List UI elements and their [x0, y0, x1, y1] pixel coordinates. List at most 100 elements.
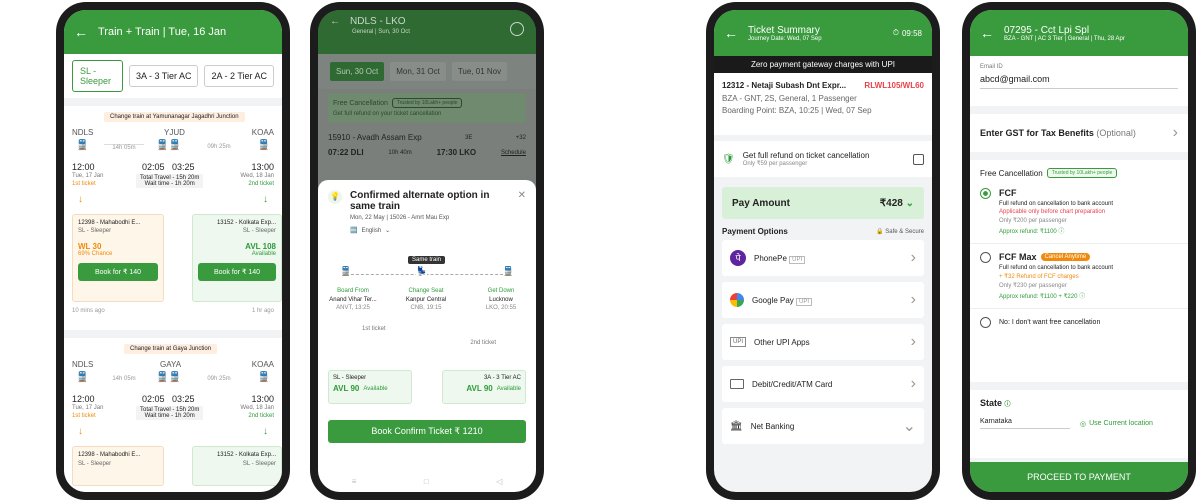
chevron-right-icon: › — [910, 333, 916, 350]
back-arrow-icon[interactable]: ← — [330, 16, 340, 27]
method-gpay[interactable]: Google Pay UPI › — [722, 282, 924, 318]
arr-time-1: 02:05 — [142, 394, 165, 404]
train-name: 12398 - Mahabodhi E... — [78, 452, 141, 458]
journey-info: BZA - GNT | AC 3 Tier | General | Thu, 2… — [1004, 35, 1125, 42]
back-arrow-icon[interactable]: ← — [74, 24, 88, 40]
train-option-2[interactable]: 13152 - Kolkata Exp... SL - Sleeper AVL … — [192, 214, 282, 302]
to-station: KOAA — [251, 360, 274, 369]
board-icon: 🚆 — [340, 266, 352, 277]
use-location-button[interactable]: ◎ Use Current location — [1080, 420, 1153, 428]
menu-icon[interactable]: ≡ — [352, 477, 357, 486]
schedule-link[interactable]: Schedule — [501, 150, 526, 156]
ticket-1-label: 1st ticket — [72, 181, 96, 187]
location-icon: ◎ — [1080, 420, 1087, 428]
gst-optional: (Optional) — [1096, 128, 1136, 138]
date-tab[interactable]: Tue, 01 Nov — [451, 62, 508, 81]
email-field[interactable]: abcd@gmail.com — [980, 74, 1178, 89]
phone-3: ← Ticket Summary Journey Date: Wed, 07 Se… — [706, 2, 940, 500]
home-icon[interactable]: □ — [424, 477, 429, 486]
free-cancellation-banner: Free Cancellation Trusted by 10Lakh+ peop… — [328, 93, 526, 123]
info-icon[interactable]: ⓘ — [1058, 229, 1064, 235]
pay-label: Pay Amount — [732, 197, 790, 209]
option-extra: + ₹32 Refund of FCF charges — [999, 274, 1079, 280]
fcf-radio[interactable] — [980, 188, 991, 199]
option-desc: Full refund on cancellation to bank acco… — [999, 265, 1114, 271]
method-other-upi[interactable]: UPI Other UPI Apps › — [722, 324, 924, 360]
option-price: Only ₹200 per passenger — [999, 218, 1067, 224]
upi-tag: UPI — [796, 297, 813, 306]
page-title: 07295 - Cct Lpi Spl — [1004, 24, 1090, 36]
info-icon[interactable]: ⓘ — [1005, 402, 1011, 408]
method-label: Net Banking — [750, 421, 795, 431]
book-button[interactable]: Book for ₹ 140 — [78, 263, 158, 281]
upi-banner: Zero payment gateway charges with UPI — [714, 56, 932, 73]
google-pay-icon — [730, 293, 744, 307]
train-name: 13152 - Kolkata Exp... — [216, 452, 276, 458]
class-label: SL - Sleeper — [242, 461, 276, 467]
date-tab[interactable]: Sun, 30 Oct — [330, 62, 385, 81]
proceed-to-payment-button[interactable]: PROCEED TO PAYMENT — [970, 462, 1188, 492]
email-label: Email ID — [980, 64, 1003, 70]
book-button[interactable]: Book for ₹ 140 — [198, 263, 276, 281]
info-icon[interactable]: ⓘ — [1079, 294, 1085, 300]
chevron-right-icon: › — [910, 291, 916, 308]
back-arrow-icon[interactable]: ← — [724, 25, 738, 41]
wait-text: Wait time - 1h 20m — [144, 181, 195, 187]
arr-time: 13:00 — [251, 162, 274, 172]
change-icon: 🚆🚆 — [156, 372, 181, 383]
back-icon[interactable]: ◁ — [496, 477, 502, 486]
whatsapp-icon[interactable] — [510, 22, 524, 36]
pay-amount-bar[interactable]: Pay Amount ₹428 ⌄ — [722, 187, 924, 219]
option-desc: Full refund on cancellation to bank acco… — [999, 201, 1114, 207]
language-selector[interactable]: 🔤 English ⌄ — [350, 227, 510, 235]
via-station: YJUD — [164, 128, 185, 137]
subtitle: General | Sun, 30 Oct — [352, 29, 410, 35]
option-warning: Applicable only before chart preparation — [999, 209, 1106, 215]
tab-3a[interactable]: 3A - 3 Tier AC — [128, 65, 199, 87]
book-confirm-button[interactable]: Book Confirm Ticket ₹ 1210 — [328, 420, 526, 443]
tab-sl[interactable]: SL - Sleeper — [72, 60, 123, 92]
date-tab[interactable]: Mon, 31 Oct — [390, 62, 446, 81]
train-option-2[interactable]: 13152 - Kolkata Exp... SL - Sleeper — [192, 446, 282, 486]
close-icon[interactable]: ✕ — [518, 190, 526, 201]
station: Kanpur Central — [405, 297, 447, 303]
back-arrow-icon[interactable]: ← — [980, 25, 994, 41]
fcf-max-radio[interactable] — [980, 252, 991, 263]
same-train-tag: Same train — [408, 256, 446, 264]
ticket-2-label: 2nd ticket — [470, 340, 496, 346]
nav-bar: ≡ □ ◁ — [318, 477, 536, 486]
train-option-1[interactable]: 12398 - Mahabodhi E... SL - Sleeper WL 3… — [72, 214, 164, 302]
tab-2a[interactable]: 2A - 2 Tier AC — [204, 65, 274, 87]
checkbox[interactable] — [913, 153, 924, 165]
availability: AVL 90 — [466, 384, 493, 393]
no-cancellation-option[interactable]: No: I don't want free cancellation — [980, 317, 1178, 328]
method-netbanking[interactable]: 🏛 Net Banking ⌄ — [722, 408, 924, 444]
fcf-max-option[interactable]: FCF Max Cancel Anytime Full refund on can… — [980, 252, 1178, 300]
station-code: CNB, 19:15 — [410, 305, 442, 311]
train-option-1[interactable]: 12398 - Mahabodhi E... SL - Sleeper — [72, 446, 164, 486]
fcf-option[interactable]: FCF Full refund on cancellation to bank … — [980, 188, 1178, 235]
change-icon: 🚆🚆 — [156, 140, 181, 151]
gst-row[interactable]: Enter GST for Tax Benefits (Optional) › — [970, 114, 1188, 152]
train-row[interactable]: 15910 - Avadh Assam Exp 3E +32 07:22 DLI 10… — [318, 127, 536, 163]
state-field[interactable]: Karnataka — [980, 418, 1070, 429]
method-label: Other UPI Apps — [754, 337, 810, 347]
booking-form-screen: ← 07295 - Cct Lpi Spl BZA - GNT | AC 3 Ti… — [970, 10, 1188, 492]
dep-time: 12:00 — [72, 162, 95, 172]
option-label: No: I don't want free cancellation — [999, 319, 1101, 326]
clock-icon: ⏱ — [892, 28, 899, 37]
ticket-summary-screen: ← Ticket Summary Journey Date: Wed, 07 Se… — [714, 10, 932, 492]
dep-time-2: 03:25 — [172, 162, 195, 172]
no-fc-radio[interactable] — [980, 317, 991, 328]
change-label: Change Seat — [408, 288, 444, 294]
second-ticket-card[interactable]: 3A - 3 Tier AC AVL 90 Available — [442, 370, 526, 404]
gst-label: Enter GST for Tax Benefits — [980, 128, 1094, 138]
to-station: KOAA — [251, 128, 274, 137]
method-phonepe[interactable]: पे PhonePe UPI › — [722, 240, 924, 276]
first-ticket-card[interactable]: SL - Sleeper AVL 90 Available — [328, 370, 412, 404]
ticket-1-label: 1st ticket — [72, 413, 96, 419]
chevron-right-icon: › — [910, 375, 916, 392]
refund-option[interactable]: 🛡 Get full refund on ticket cancellation… — [714, 141, 932, 177]
option-price: Only ₹230 per passenger — [999, 283, 1067, 289]
method-card[interactable]: Debit/Credit/ATM Card › — [722, 366, 924, 402]
